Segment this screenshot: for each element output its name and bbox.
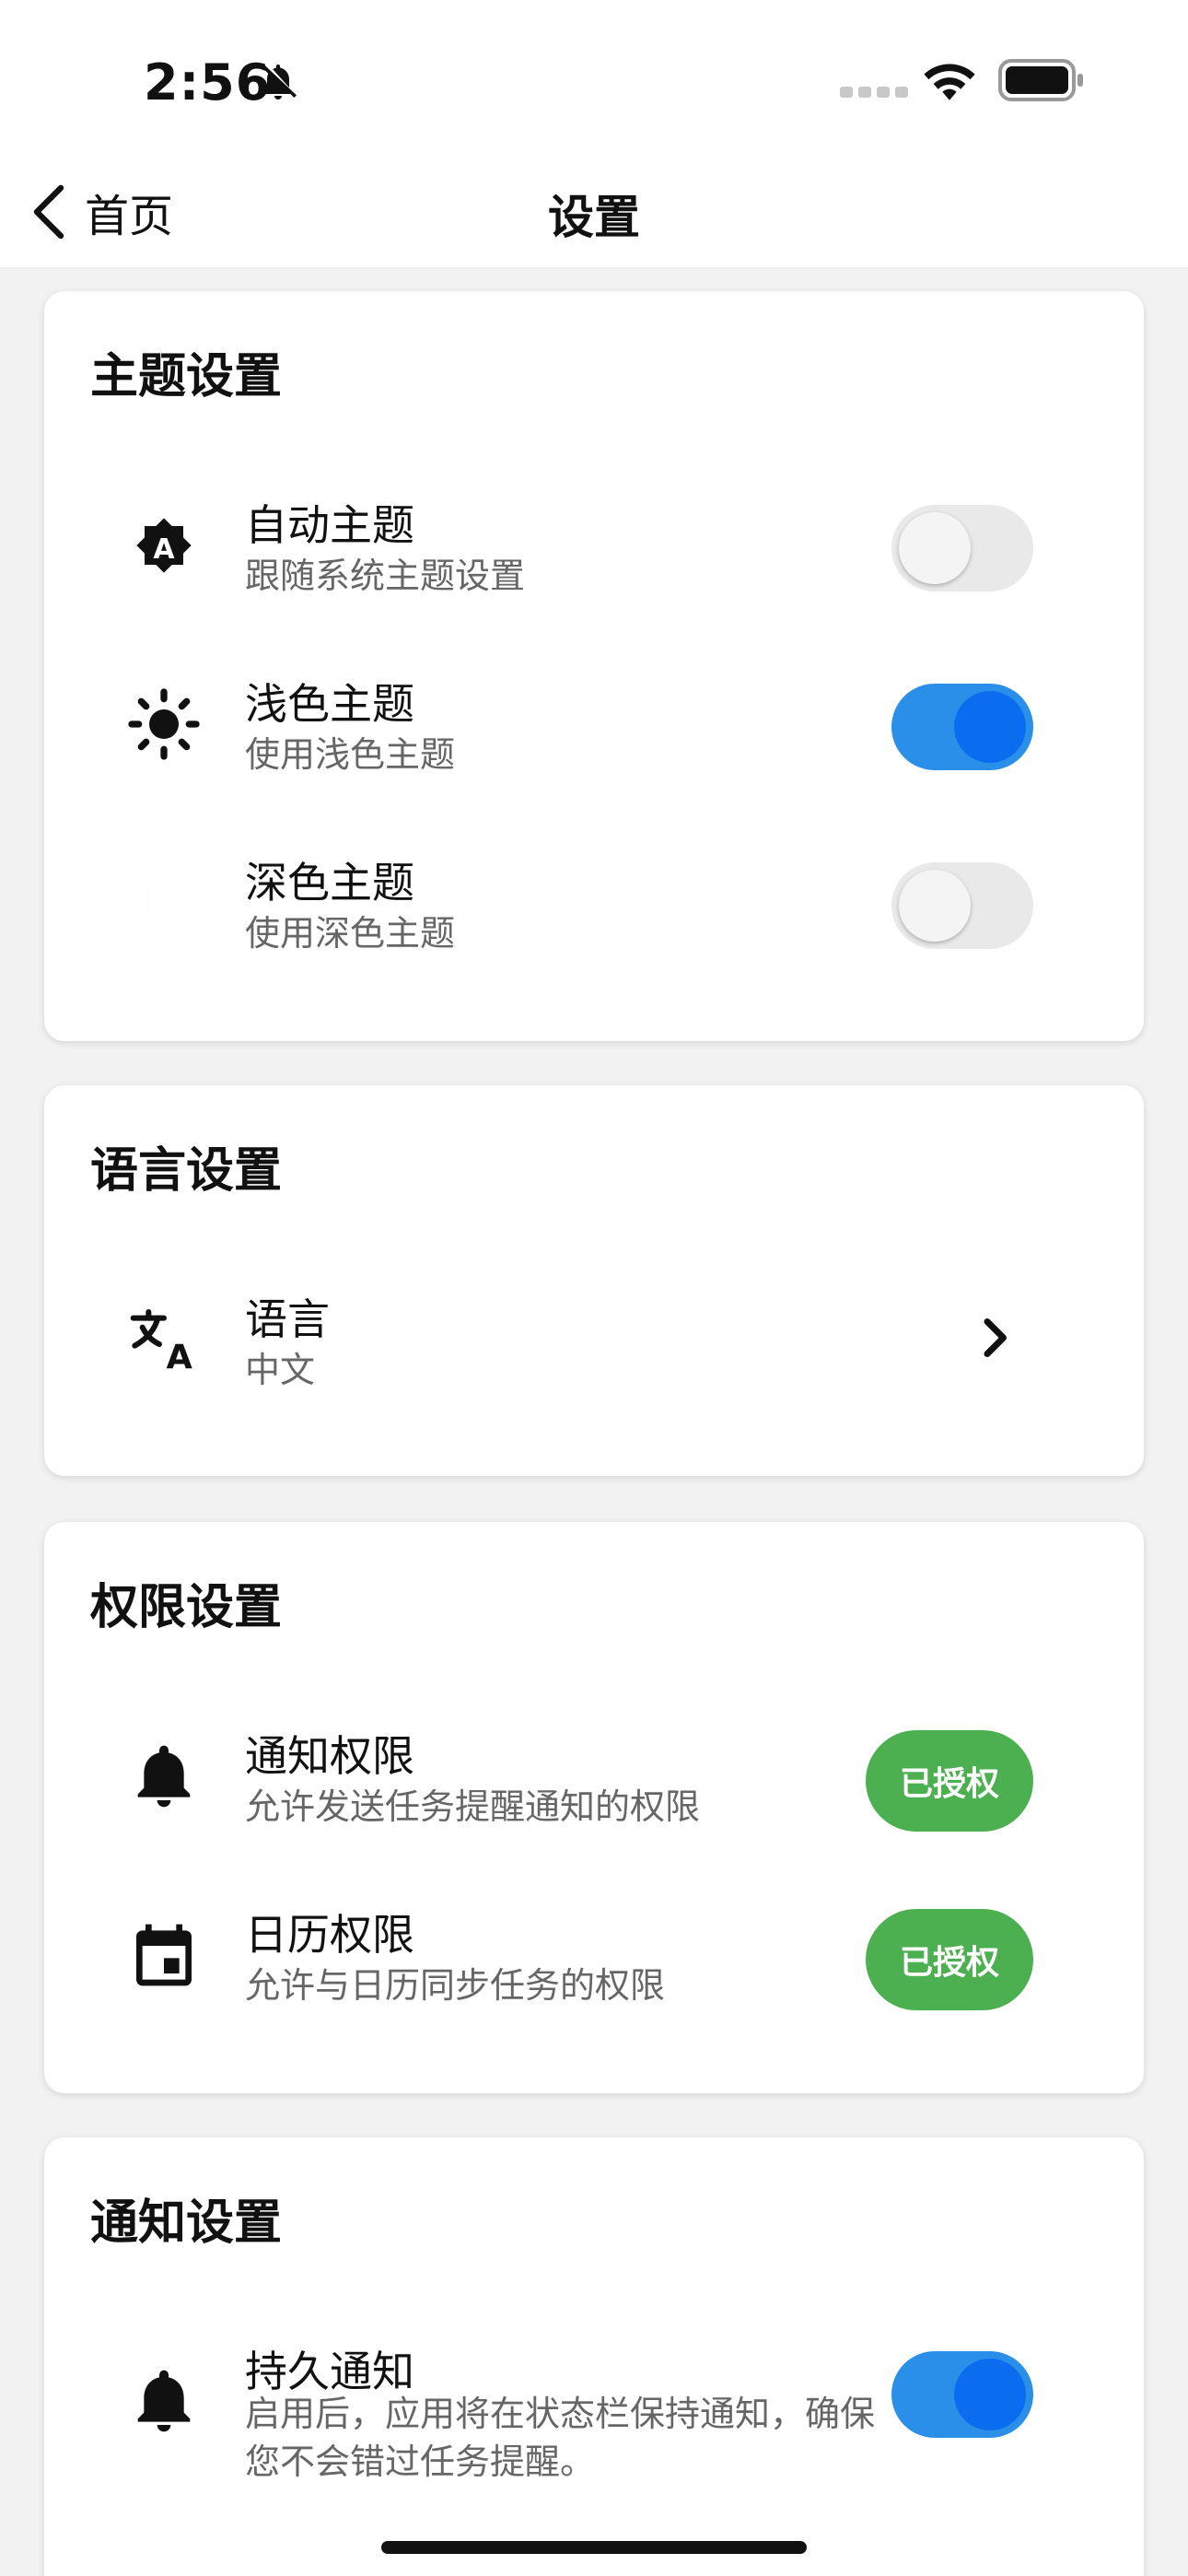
list-item-persistent-notification: 持久通知 启用后，应用将在状态栏保持通知，确保您不会错过任务提醒。 (44, 2318, 1144, 2521)
list-item-light-theme: 浅色主题 使用浅色主题 (44, 650, 1144, 798)
bell-icon (137, 2370, 191, 2432)
cellular-signal-icon (840, 87, 908, 98)
item-title: 语言 (245, 1294, 330, 1344)
sun-icon (128, 688, 200, 760)
svg-text:A: A (166, 1338, 192, 1376)
page-title: 设置 (548, 191, 640, 244)
light-theme-toggle[interactable] (891, 684, 1033, 770)
item-title: 深色主题 (245, 858, 414, 907)
svg-text:A: A (153, 533, 175, 566)
theme-settings-card: 主题设置 A 自动主题 跟随系统主题设置 浅色主题 使用浅色主题 深色主题 使用… (44, 291, 1144, 1041)
item-subtitle: 跟随系统主题设置 (245, 556, 526, 596)
card-title: 主题设置 (90, 349, 283, 404)
list-item-auto-theme: A 自动主题 跟随系统主题设置 (44, 472, 1144, 619)
notification-settings-card: 通知设置 持久通知 启用后，应用将在状态栏保持通知，确保您不会错过任务提醒。 (44, 2137, 1144, 2576)
language-value: 中文 (245, 1350, 316, 1390)
status-bar: 2:56 (0, 0, 1188, 157)
list-item-notification-permission: 通知权限 允许发送任务提醒通知的权限 已授权 (44, 1703, 1144, 1850)
home-indicator[interactable] (381, 2541, 807, 2554)
item-title: 日历权限 (245, 1910, 414, 1960)
toggle-knob (954, 691, 1026, 763)
auto-theme-icon: A (136, 518, 192, 573)
wifi-icon (924, 64, 975, 100)
toggle-knob (899, 512, 971, 584)
notification-granted-button[interactable]: 已授权 (866, 1730, 1033, 1832)
battery-icon (998, 59, 1083, 101)
list-item-language[interactable]: A 语言 中文 (44, 1266, 1144, 1413)
item-subtitle: 使用浅色主题 (245, 734, 456, 775)
calendar-granted-button[interactable]: 已授权 (866, 1909, 1033, 2010)
card-title: 语言设置 (90, 1143, 283, 1199)
toggle-knob (954, 2359, 1026, 2430)
item-subtitle: 允许发送任务提醒通知的权限 (245, 1786, 701, 1827)
bell-slash-icon (262, 64, 297, 100)
moon-icon (146, 875, 175, 931)
item-subtitle: 允许与日历同步任务的权限 (245, 1965, 666, 2006)
item-title: 自动主题 (245, 500, 414, 550)
card-title: 通知设置 (90, 2195, 283, 2251)
bell-icon (137, 1745, 191, 1808)
status-time: 2:56 (144, 53, 272, 111)
list-item-calendar-permission: 日历权限 允许与日历同步任务的权限 已授权 (44, 1881, 1144, 2029)
chevron-right-icon (984, 1318, 1007, 1357)
list-item-dark-theme: 深色主题 使用深色主题 (44, 829, 1144, 977)
item-subtitle: 使用深色主题 (245, 913, 456, 954)
dark-theme-toggle[interactable] (891, 862, 1033, 949)
nav-bar: 首页 设置 (0, 157, 1188, 267)
item-title: 浅色主题 (245, 679, 414, 729)
item-title: 通知权限 (245, 1731, 414, 1781)
toggle-knob (899, 870, 971, 942)
card-title: 权限设置 (90, 1580, 283, 1635)
translate-icon: A (130, 1309, 192, 1376)
language-settings-card: 语言设置 A 语言 中文 (44, 1085, 1144, 1476)
calendar-icon (136, 1924, 192, 1986)
item-subtitle: 启用后，应用将在状态栏保持通知，确保您不会错过任务提醒。 (245, 2394, 876, 2482)
permission-settings-card: 权限设置 通知权限 允许发送任务提醒通知的权限 已授权 日历权限 允许与日历同步… (44, 1522, 1144, 2093)
persistent-notification-toggle[interactable] (891, 2351, 1033, 2438)
auto-theme-toggle[interactable] (891, 505, 1033, 591)
